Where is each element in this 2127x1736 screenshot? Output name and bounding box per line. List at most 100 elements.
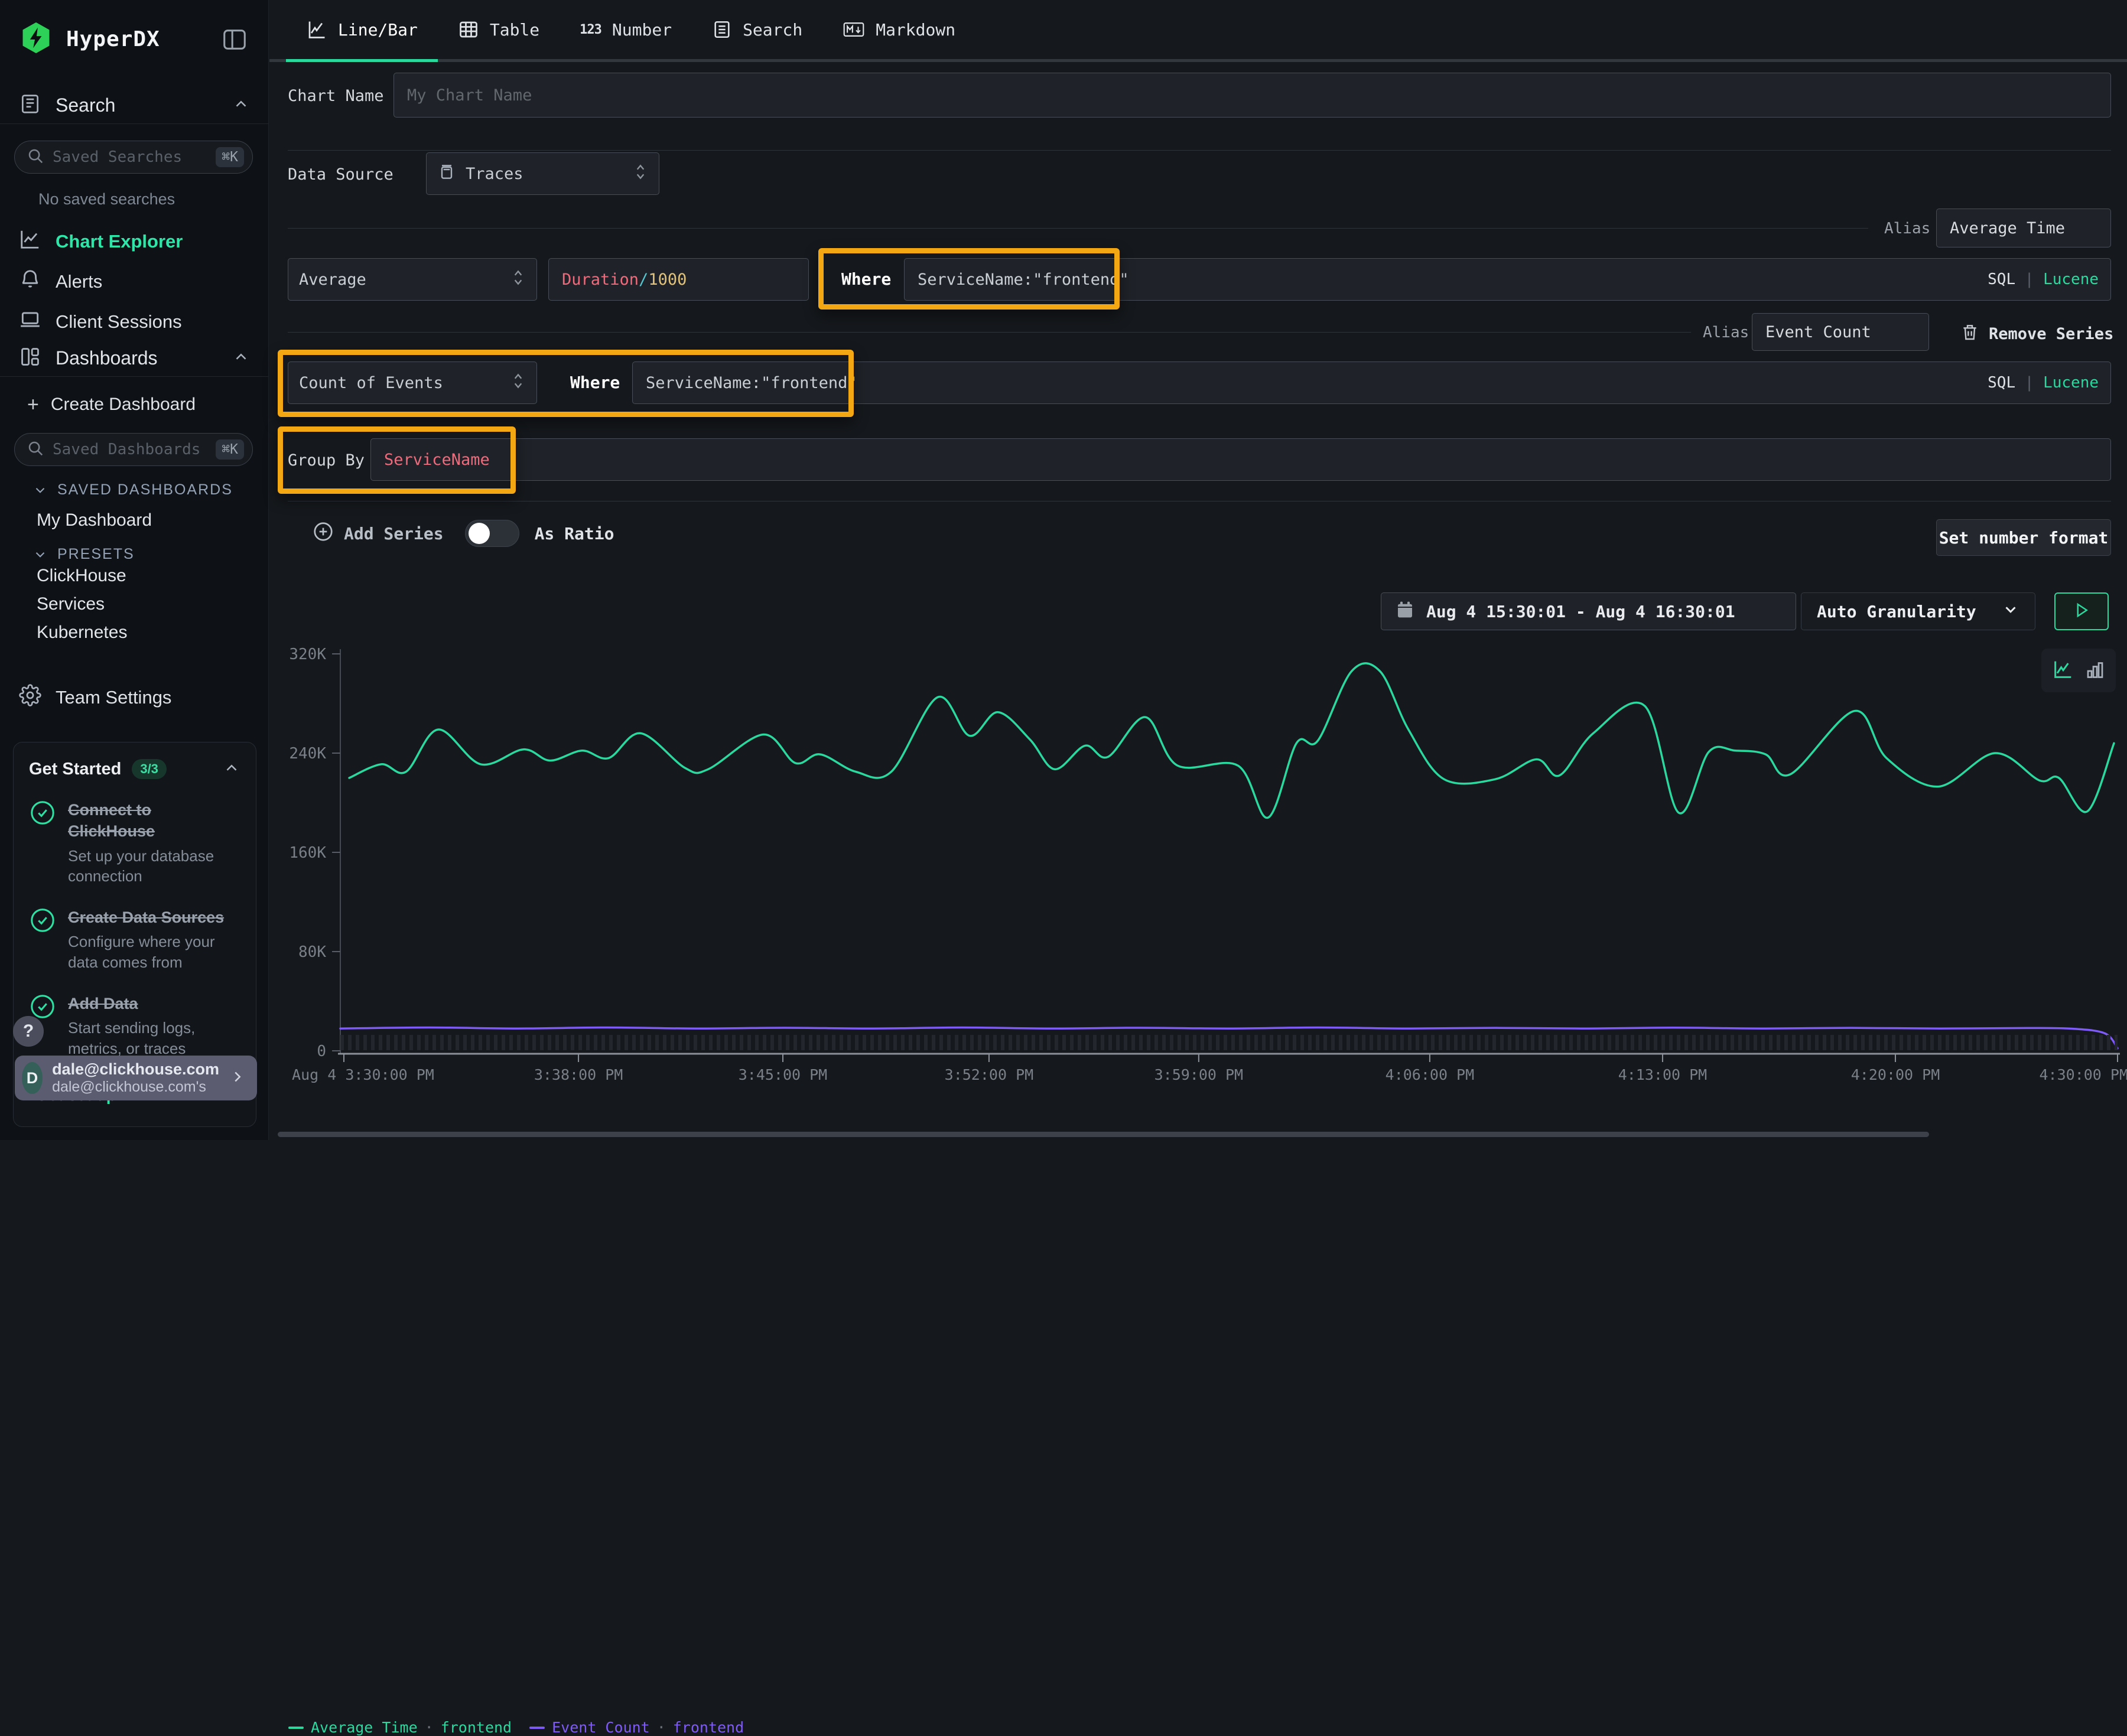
series1-where-input[interactable]: ServiceName:"frontend" SQL | Lucene bbox=[904, 258, 2111, 301]
set-number-format-button[interactable]: Set number format bbox=[1936, 519, 2111, 556]
legend-series-group: frontend bbox=[441, 1719, 512, 1736]
sidebar-item-team-settings[interactable]: Team Settings bbox=[0, 680, 269, 715]
date-range-picker[interactable]: Aug 4 15:30:01 - Aug 4 16:30:01 bbox=[1381, 592, 1796, 630]
get-started-item[interactable]: Add DataStart sending logs, metrics, or … bbox=[29, 993, 240, 1059]
y-tick-label: 160K bbox=[289, 844, 326, 862]
get-started-item[interactable]: Connect to ClickHouseSet up your databas… bbox=[29, 799, 240, 887]
legend-item[interactable]: Event Count·frontend bbox=[529, 1719, 744, 1736]
series2-alias-input[interactable]: Event Count bbox=[1752, 313, 1929, 351]
sidebar-item-preset-clickhouse[interactable]: ClickHouse bbox=[37, 566, 126, 586]
remove-series-button[interactable]: Remove Series bbox=[1960, 323, 2113, 346]
shortcut-badge: ⌘K bbox=[216, 147, 244, 167]
get-started-badge: 3/3 bbox=[132, 759, 167, 779]
calendar-icon bbox=[1396, 600, 1414, 623]
presets-header[interactable]: PRESETS bbox=[32, 546, 135, 563]
legend-item[interactable]: Average Time·frontend bbox=[288, 1719, 512, 1736]
saved-dashboards-input[interactable]: Saved Dashboards ⌘K bbox=[14, 433, 253, 466]
tab-search[interactable]: Search bbox=[692, 0, 822, 62]
x-tick-label: Aug 4 3:30:00 PM bbox=[292, 1066, 434, 1083]
check-circle-icon bbox=[29, 907, 56, 973]
tab-table[interactable]: Table bbox=[438, 0, 560, 62]
add-series-button[interactable]: Add Series bbox=[312, 520, 444, 547]
series2-aggregation-select[interactable]: Count of Events bbox=[288, 361, 537, 404]
chevron-up-icon[interactable] bbox=[232, 95, 250, 115]
divider bbox=[0, 376, 269, 377]
select-chevrons-icon bbox=[633, 162, 648, 186]
hyperdx-logo-icon bbox=[19, 21, 53, 57]
tab-number[interactable]: 123Number bbox=[560, 0, 692, 62]
line-chart-icon[interactable] bbox=[2051, 657, 2075, 683]
list-icon bbox=[712, 19, 732, 40]
as-ratio-label: As Ratio bbox=[535, 524, 614, 543]
x-tick-label: 4:30:00 PM bbox=[2039, 1066, 2127, 1083]
select-chevrons-icon bbox=[510, 371, 526, 395]
sidebar: HyperDX Search Saved Searches ⌘K No save… bbox=[0, 0, 269, 1140]
run-query-button[interactable] bbox=[2054, 592, 2109, 630]
logo[interactable]: HyperDX bbox=[19, 24, 251, 54]
sidebar-section-search[interactable]: Search bbox=[0, 86, 269, 124]
chevron-down-icon bbox=[2002, 601, 2019, 623]
group-by-input[interactable]: ServiceName bbox=[370, 438, 2111, 481]
horizontal-scrollbar[interactable] bbox=[278, 1132, 1929, 1137]
y-tick-label: 240K bbox=[289, 745, 326, 763]
plus-icon: + bbox=[27, 393, 39, 416]
chart-legend: Average Time·frontend Event Count·fronten… bbox=[288, 1719, 744, 1736]
granularity-select[interactable]: Auto Granularity bbox=[1801, 592, 2035, 630]
select-chevrons-icon bbox=[510, 268, 526, 292]
series2-where-label: Where bbox=[570, 373, 620, 392]
user-menu[interactable]: D dale@clickhouse.com dale@clickhouse.co… bbox=[15, 1056, 257, 1100]
chevron-down-icon bbox=[32, 547, 48, 562]
tab-label: Search bbox=[743, 20, 802, 40]
get-started-item-desc: Configure where your data comes from bbox=[68, 931, 239, 972]
sidebar-item-chart-explorer[interactable]: Chart Explorer bbox=[0, 224, 269, 259]
series2-where-input[interactable]: ServiceName:"frontend" SQL | Lucene bbox=[632, 361, 2111, 404]
timeseries-chart[interactable]: 080K160K240K320KAug 4 3:30:00 PM3:38:00 … bbox=[272, 632, 2127, 1110]
sidebar-item-preset-services[interactable]: Services bbox=[37, 594, 105, 614]
get-started-item-desc: Set up your database connection bbox=[68, 846, 239, 887]
main-content: Line/Bar Table 123Number Search Markdown Cha… bbox=[269, 0, 2127, 1140]
chevron-up-icon[interactable] bbox=[232, 348, 250, 368]
sidebar-item-preset-kubernetes[interactable]: Kubernetes bbox=[37, 623, 127, 643]
tab-label: Table bbox=[490, 20, 539, 40]
search-section-icon bbox=[19, 93, 41, 118]
number-123-icon: 123 bbox=[580, 22, 601, 37]
markdown-icon bbox=[843, 19, 865, 40]
help-button[interactable]: ? bbox=[13, 1016, 44, 1047]
get-started-item[interactable]: Create Data SourcesConfigure where your … bbox=[29, 907, 240, 973]
legend-series-group: frontend bbox=[673, 1719, 744, 1736]
logo-text: HyperDX bbox=[66, 27, 160, 51]
tab-markdown[interactable]: Markdown bbox=[822, 0, 975, 62]
data-source-select[interactable]: Traces bbox=[426, 152, 659, 195]
alias-label: Alias bbox=[1884, 220, 1930, 237]
no-saved-searches-note: No saved searches bbox=[38, 190, 175, 209]
bar-chart-icon[interactable] bbox=[2084, 659, 2106, 682]
query-language-toggle[interactable]: SQL | Lucene bbox=[1988, 271, 2099, 288]
saved-dashboards-header[interactable]: SAVED DASHBOARDS bbox=[32, 481, 233, 499]
tab-line-bar[interactable]: Line/Bar bbox=[286, 0, 438, 62]
sidebar-section-dashboards[interactable]: Dashboards bbox=[0, 339, 269, 377]
user-email: dale@clickhouse.com bbox=[52, 1060, 219, 1079]
divider bbox=[288, 228, 1868, 229]
chart-name-input[interactable]: My Chart Name bbox=[393, 73, 2111, 118]
create-dashboard-button[interactable]: + Create Dashboard bbox=[0, 387, 269, 422]
series1-field-input[interactable]: Duration/1000 bbox=[548, 258, 809, 301]
saved-searches-input[interactable]: Saved Searches ⌘K bbox=[14, 141, 253, 174]
chevron-up-icon[interactable] bbox=[223, 759, 240, 779]
collapse-sidebar-icon[interactable] bbox=[221, 26, 248, 56]
table-icon bbox=[458, 19, 479, 40]
divider bbox=[288, 150, 2111, 151]
search-icon bbox=[27, 439, 44, 460]
series1-alias-input[interactable]: Average Time bbox=[1936, 209, 2111, 247]
sidebar-item-client-sessions[interactable]: Client Sessions bbox=[0, 305, 269, 339]
chart-minor-ticks bbox=[340, 1035, 2118, 1050]
get-started-item-title: Add Data bbox=[68, 993, 233, 1014]
sidebar-item-my-dashboard[interactable]: My Dashboard bbox=[37, 510, 152, 530]
chevron-down-icon bbox=[32, 483, 48, 498]
sidebar-item-alerts[interactable]: Alerts bbox=[0, 265, 269, 299]
series1-aggregation-select[interactable]: Average bbox=[288, 258, 537, 301]
as-ratio-toggle[interactable] bbox=[465, 520, 519, 547]
get-started-item-title: Connect to ClickHouse bbox=[68, 799, 233, 842]
chart-display-toggle[interactable] bbox=[2041, 649, 2116, 692]
chart-name-label: Chart Name bbox=[288, 87, 384, 105]
query-language-toggle[interactable]: SQL | Lucene bbox=[1988, 374, 2099, 392]
